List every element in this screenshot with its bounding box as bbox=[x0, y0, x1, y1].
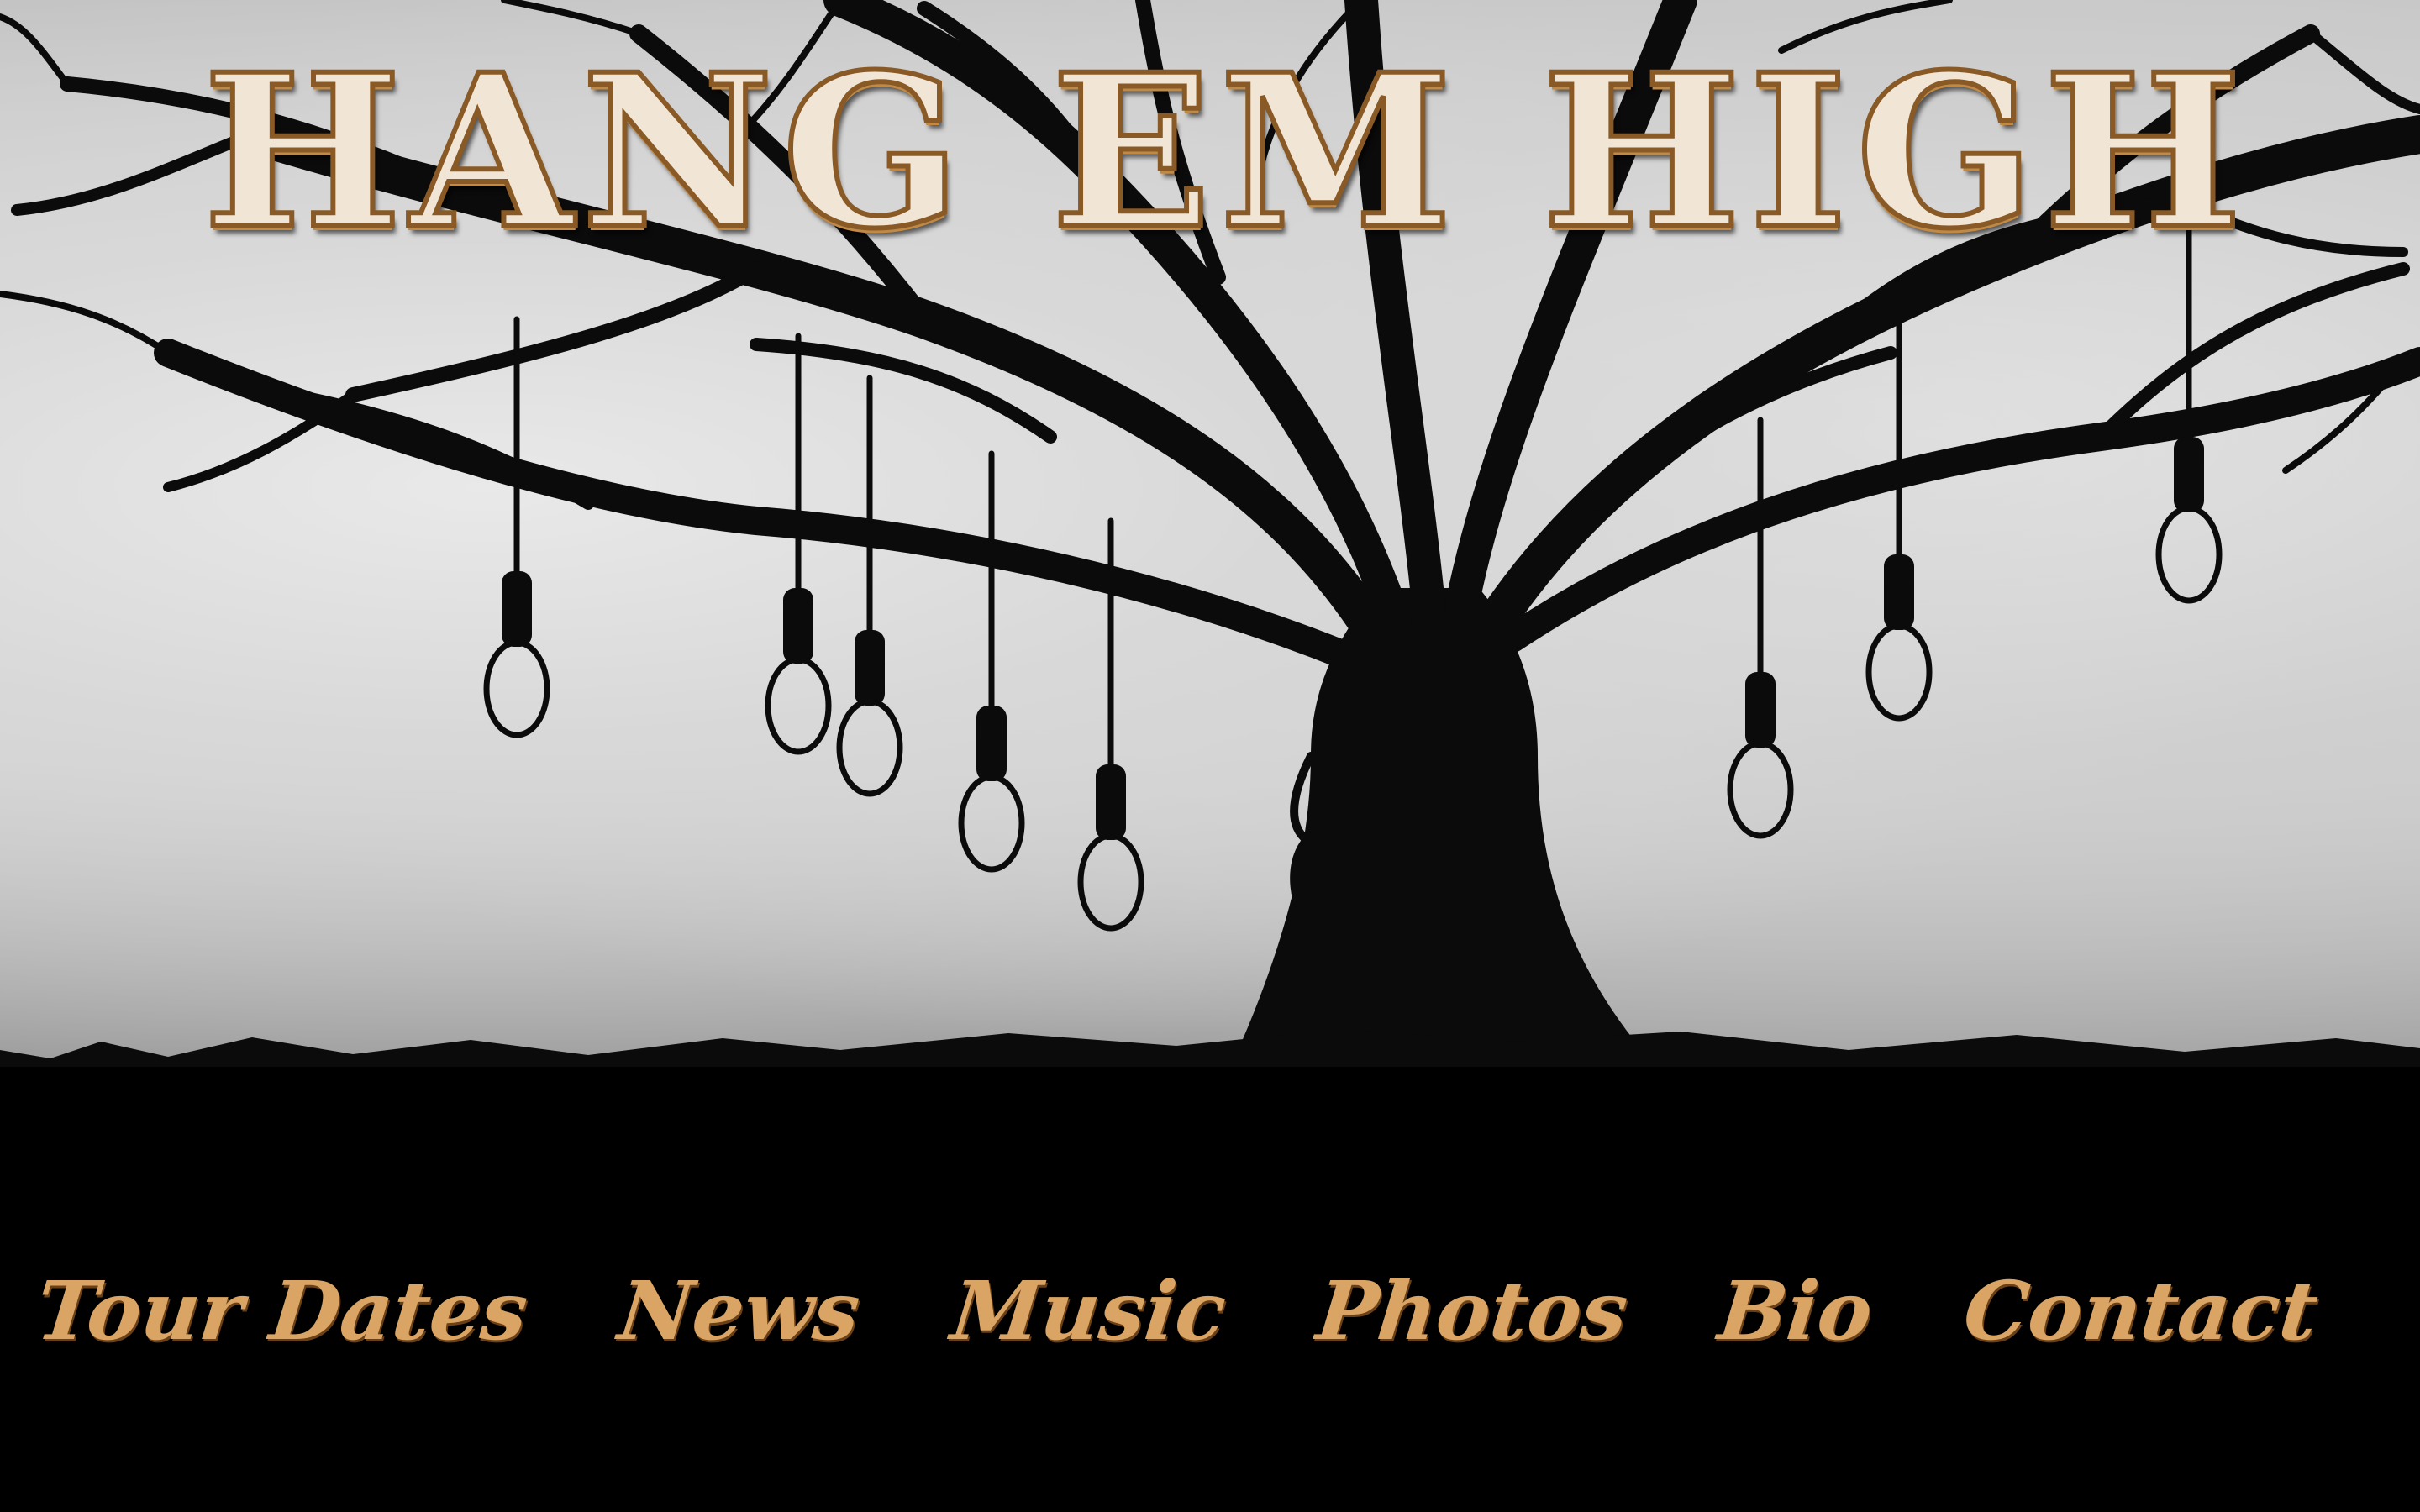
nav-link-music[interactable]: Music bbox=[947, 1263, 1230, 1358]
main-navigation: Tour Dates News Music Photos Bio Contact bbox=[32, 1252, 2322, 1369]
site-title: HANG EM HIGH bbox=[201, 25, 2251, 277]
nav-link-photos[interactable]: Photos bbox=[1313, 1263, 1632, 1358]
nav-link-news[interactable]: News bbox=[614, 1263, 864, 1358]
nav-link-bio[interactable]: Bio bbox=[1714, 1263, 1877, 1358]
nav-link-tour-dates[interactable]: Tour Dates bbox=[32, 1263, 532, 1358]
nav-link-contact[interactable]: Contact bbox=[1960, 1263, 2322, 1358]
